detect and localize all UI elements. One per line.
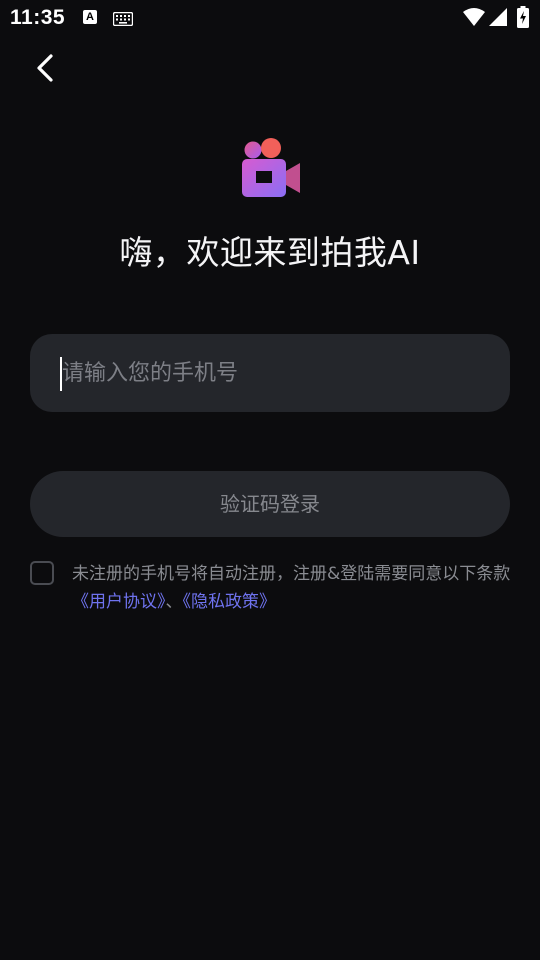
user-agreement-link[interactable]: 《用户协议》	[72, 592, 166, 612]
video-camera-logo-icon	[242, 138, 300, 197]
app-logo	[240, 137, 302, 199]
sms-login-button[interactable]: 验证码登录	[30, 471, 510, 537]
phone-field[interactable]	[30, 334, 510, 412]
battery-charging-icon	[517, 6, 529, 32]
chevron-left-icon	[37, 54, 53, 82]
keyboard-icon	[112, 11, 134, 30]
wifi-icon	[463, 7, 485, 31]
agreement-separator: 、	[165, 592, 183, 612]
signal-icon	[489, 8, 507, 30]
status-bar: 11:35 A	[0, 0, 540, 36]
agreement-checkbox[interactable]	[30, 561, 54, 585]
back-button[interactable]	[26, 48, 66, 90]
agreement-text: 未注册的手机号将自动注册，注册&登陆需要同意以下条款《用户协议》、《隐私政策》	[72, 560, 512, 616]
phone-input[interactable]	[62, 334, 492, 412]
status-time: 11:35	[10, 6, 66, 29]
agreement-prefix: 未注册的手机号将自动注册，注册&登陆需要同意以下条款	[72, 564, 511, 584]
a-notification-icon: A	[83, 10, 97, 24]
welcome-title: 嗨，欢迎来到拍我AI	[119, 233, 421, 272]
privacy-policy-link[interactable]: 《隐私政策》	[183, 592, 277, 612]
